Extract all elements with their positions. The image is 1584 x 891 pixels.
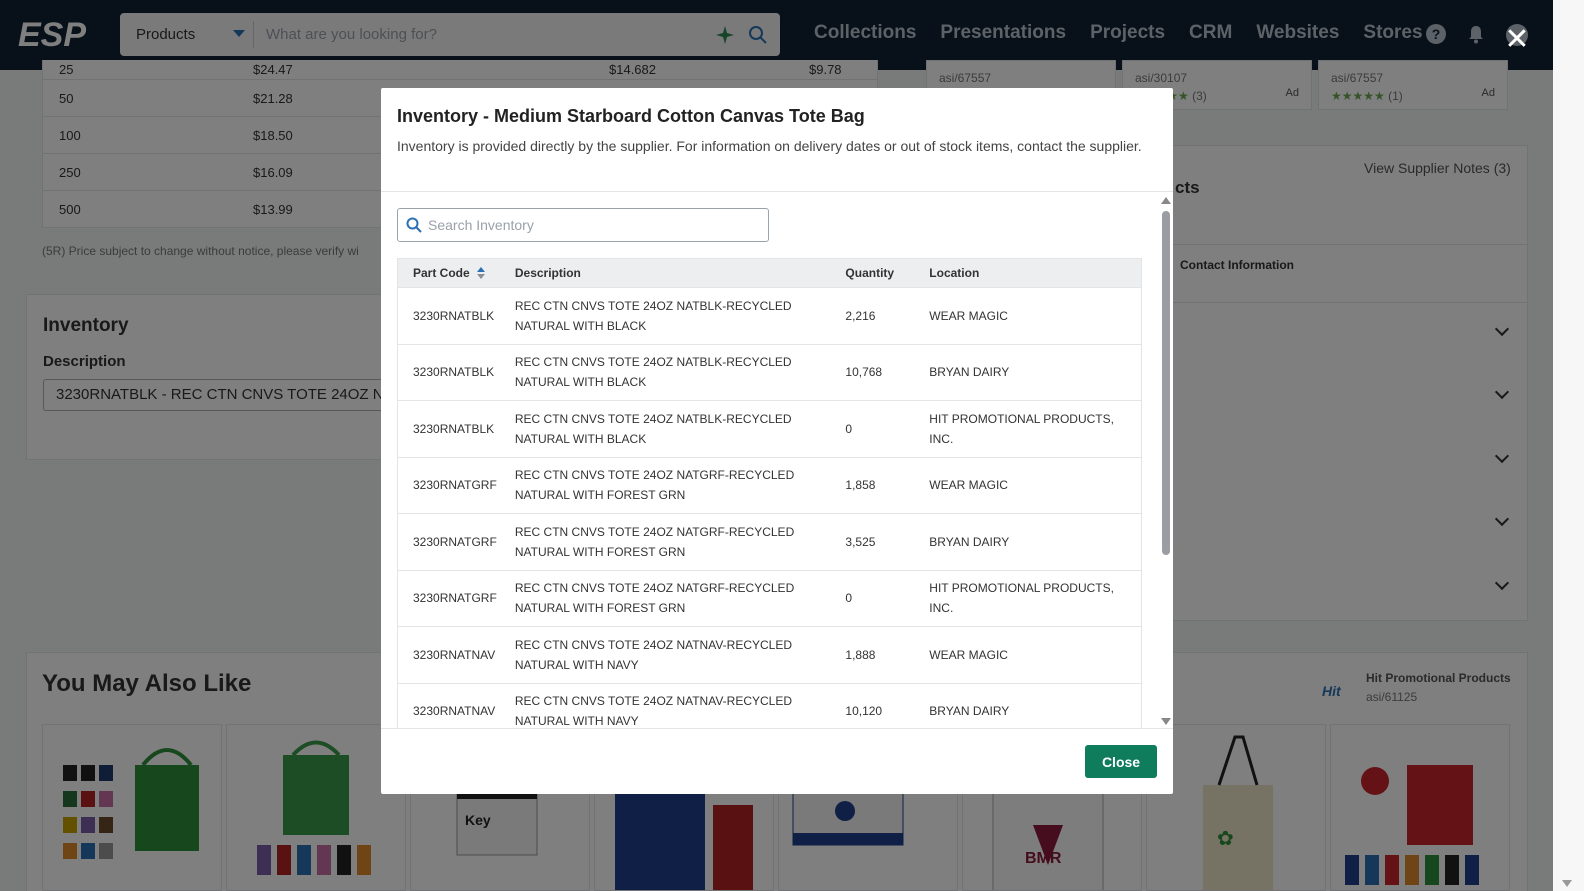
cell-quantity: 0 [845,591,853,606]
table-row: 3230RNATGRF REC CTN CNVS TOTE 24OZ NATGR… [398,513,1141,570]
inventory-modal: Inventory - Medium Starboard Cotton Canv… [381,88,1173,794]
cell-quantity: 10,120 [845,704,883,719]
column-header-part-code[interactable]: Part Code [398,266,515,280]
cell-part-code: 3230RNATGRF [413,591,497,606]
modal-title: Inventory - Medium Starboard Cotton Canv… [397,106,865,126]
cell-quantity: 10,768 [845,365,883,380]
cell-location: WEAR MAGIC [929,647,1008,662]
scroll-down-icon[interactable] [1562,880,1572,887]
cell-location: BRYAN DAIRY [929,534,1010,549]
cell-description: REC CTN CNVS TOTE 24OZ NATGRF-RECYCLED N… [514,468,795,503]
search-icon [406,217,422,233]
cell-part-code: 3230RNATBLK [413,308,495,323]
table-row: 3230RNATNAV REC CTN CNVS TOTE 24OZ NATNA… [398,682,1141,728]
inventory-search-input[interactable] [428,217,768,233]
column-header-description[interactable]: Description [515,266,846,280]
column-label: Part Code [413,266,470,280]
scroll-down-icon[interactable] [1161,718,1171,725]
cell-location: WEAR MAGIC [929,478,1008,493]
column-header-location[interactable]: Location [929,266,1141,280]
cell-location: BRYAN DAIRY [929,365,1010,380]
cell-description: REC CTN CNVS TOTE 24OZ NATNAV-RECYCLED N… [514,694,793,728]
cell-location: HIT PROMOTIONAL PRODUCTS, INC. [929,581,1114,616]
cell-description: REC CTN CNVS TOTE 24OZ NATGRF-RECYCLED N… [514,524,795,559]
cell-description: REC CTN CNVS TOTE 24OZ NATBLK-RECYCLED N… [514,411,792,446]
cell-location: BRYAN DAIRY [929,704,1010,719]
scroll-up-icon[interactable] [1161,197,1171,204]
scrollbar-thumb[interactable] [1162,211,1170,555]
modal-subtitle: Inventory is provided directly by the su… [397,138,1142,154]
inventory-table: Part Code Description Quantity Location … [397,258,1142,728]
cell-part-code: 3230RNATBLK [413,365,495,380]
cell-part-code: 3230RNATGRF [413,478,497,493]
cell-part-code: 3230RNATBLK [413,421,495,436]
cell-part-code: 3230RNATGRF [413,534,497,549]
cell-description: REC CTN CNVS TOTE 24OZ NATGRF-RECYCLED N… [514,581,795,616]
close-button[interactable]: Close [1085,745,1157,778]
cell-description: REC CTN CNVS TOTE 24OZ NATBLK-RECYCLED N… [514,355,792,390]
page-scrollbar[interactable] [1553,0,1584,891]
cell-location: WEAR MAGIC [929,308,1008,323]
table-row: 3230RNATBLK REC CTN CNVS TOTE 24OZ NATBL… [398,343,1141,401]
table-row: 3230RNATGRF REC CTN CNVS TOTE 24OZ NATGR… [398,456,1141,514]
cell-quantity: 0 [845,421,853,436]
cell-description: REC CTN CNVS TOTE 24OZ NATBLK-RECYCLED N… [514,298,792,333]
divider [381,191,1173,192]
cell-quantity: 2,216 [845,308,876,323]
cell-description: REC CTN CNVS TOTE 24OZ NATNAV-RECYCLED N… [514,637,793,672]
table-row: 3230RNATBLK REC CTN CNVS TOTE 24OZ NATBL… [398,400,1141,457]
cell-quantity: 3,525 [845,534,876,549]
modal-scrollbar[interactable] [1159,193,1171,729]
table-row: 3230RNATBLK REC CTN CNVS TOTE 24OZ NATBL… [398,287,1141,344]
table-row: 3230RNATNAV REC CTN CNVS TOTE 24OZ NATNA… [398,626,1141,683]
cell-location: HIT PROMOTIONAL PRODUCTS, INC. [929,411,1114,446]
cell-quantity: 1,858 [845,478,876,493]
column-header-quantity[interactable]: Quantity [845,266,929,280]
sort-icon[interactable] [476,266,486,280]
inventory-search [397,208,769,242]
cell-part-code: 3230RNATNAV [413,647,496,662]
table-row: 3230RNATGRF REC CTN CNVS TOTE 24OZ NATGR… [398,569,1141,627]
divider [381,728,1173,729]
close-icon[interactable]: ✕ [1503,25,1531,55]
cell-part-code: 3230RNATNAV [413,704,496,719]
table-header: Part Code Description Quantity Location [398,259,1141,287]
cell-quantity: 1,888 [845,647,876,662]
